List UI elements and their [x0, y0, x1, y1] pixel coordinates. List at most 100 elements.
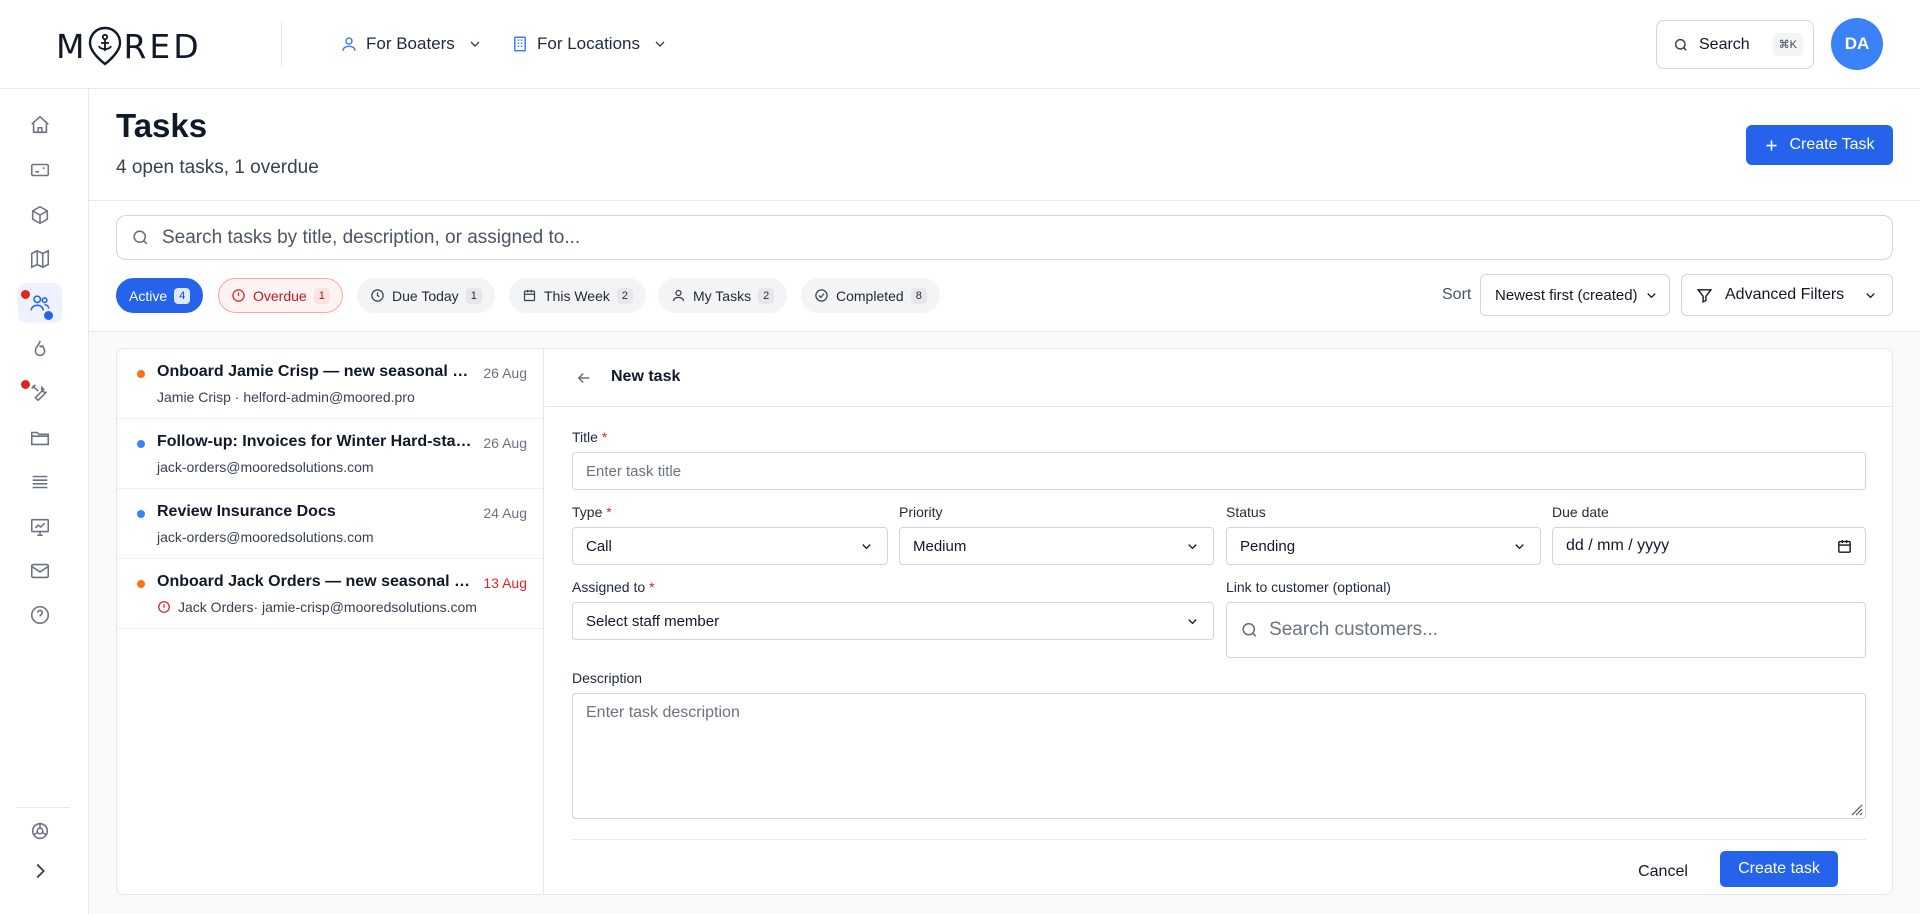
sidebar-item-settings[interactable] — [18, 811, 62, 851]
sidebar-item-fuel[interactable] — [18, 329, 62, 369]
filter-icon — [1696, 288, 1713, 303]
create-task-button[interactable]: Create Task — [1746, 125, 1893, 165]
task-title: Follow-up: Invoices for Winter Hard-stan… — [157, 433, 473, 450]
due-date-input[interactable]: dd / mm / yyyy — [1552, 527, 1866, 565]
ticket-icon — [30, 163, 50, 177]
resize-handle-icon[interactable] — [1849, 802, 1863, 816]
form-title: New task — [611, 368, 681, 385]
filter-chip-my-tasks[interactable]: My Tasks 2 — [658, 278, 788, 313]
tasks-panel: Onboard Jamie Crisp — new seasonal berth… — [116, 348, 1893, 895]
task-list-item[interactable]: Follow-up: Invoices for Winter Hard-stan… — [117, 419, 543, 489]
sidebar — [0, 89, 89, 914]
sidebar-item-messages[interactable] — [18, 551, 62, 591]
chevron-right-icon — [36, 863, 45, 879]
required-mark: * — [601, 429, 608, 445]
label-text: Assigned to — [572, 579, 646, 595]
description-placeholder: Enter task description — [586, 704, 740, 721]
sidebar-item-inventory[interactable] — [18, 195, 62, 235]
top-bar: M RED For Boaters For Locations Search ⌘… — [0, 0, 1920, 89]
plus-icon — [1766, 140, 1777, 150]
filter-chip-completed[interactable]: Completed 8 — [801, 278, 940, 313]
priority-dot — [137, 440, 145, 448]
nav-label: For Locations — [537, 34, 640, 53]
task-search-bar[interactable] — [116, 215, 1893, 260]
alert-circle-icon — [158, 601, 170, 613]
status-select[interactable]: Pending — [1226, 527, 1541, 565]
sidebar-item-maintenance[interactable] — [18, 373, 62, 413]
alert-circle-icon — [232, 289, 245, 302]
title-input[interactable] — [586, 462, 1865, 480]
customer-search-field[interactable] — [1226, 602, 1866, 658]
due-date-value: dd / mm / yyyy — [1566, 537, 1670, 554]
chevron-down-icon — [1515, 544, 1524, 550]
global-search-button[interactable]: Search ⌘K — [1656, 20, 1814, 69]
search-icon — [133, 230, 148, 245]
task-meta-text: Jamie Crisp · helford-admin@moored.pro — [157, 389, 415, 405]
list-icon — [32, 475, 48, 489]
task-meta: Jack Orders· jamie-crisp@mooredsolutions… — [157, 599, 477, 615]
task-list-item[interactable]: Onboard Jamie Crisp — new seasonal berth… — [117, 349, 543, 419]
arrow-left-icon[interactable] — [575, 369, 593, 387]
chip-count: 4 — [174, 287, 191, 304]
title-field[interactable] — [572, 452, 1866, 490]
chip-count: 2 — [616, 287, 633, 304]
chip-label: Due Today — [392, 287, 459, 304]
sidebar-item-tickets[interactable] — [18, 150, 62, 190]
settings-icon — [31, 822, 49, 840]
calendar-icon — [523, 289, 536, 302]
check-circle-icon — [815, 289, 828, 302]
sidebar-expand-button[interactable] — [18, 851, 62, 891]
task-title: Review Insurance Docs — [157, 503, 336, 520]
sidebar-item-home[interactable] — [18, 105, 62, 145]
customer-link-label: Link to customer (optional) — [1226, 579, 1391, 595]
fire-icon — [34, 340, 46, 357]
chevron-down-icon — [862, 544, 871, 550]
sidebar-item-help[interactable] — [18, 595, 62, 635]
sidebar-item-reports[interactable] — [18, 507, 62, 547]
status-dot — [44, 311, 53, 320]
status-label: Status — [1226, 504, 1266, 520]
type-select[interactable]: Call — [572, 527, 888, 565]
search-shortcut-badge: ⌘K — [1772, 33, 1803, 56]
description-textarea[interactable]: Enter task description — [572, 693, 1866, 819]
filter-chip-due-today[interactable]: Due Today 1 — [357, 278, 495, 313]
chip-count: 2 — [758, 287, 775, 304]
sidebar-item-customers[interactable] — [18, 283, 62, 323]
nav-for-boaters[interactable]: For Boaters — [340, 30, 483, 58]
assigned-to-label: Assigned to * — [572, 579, 655, 595]
filter-chip-this-week[interactable]: This Week 2 — [509, 278, 646, 313]
main-content: Tasks 4 open tasks, 1 overdue Create Tas… — [89, 89, 1920, 914]
sort-label: Sort — [1442, 286, 1472, 303]
task-date-overdue: 13 Aug — [483, 575, 527, 591]
assigned-to-select[interactable]: Select staff member — [572, 602, 1214, 640]
create-task-submit-button[interactable]: Create task — [1720, 851, 1838, 887]
chart-icon — [30, 518, 50, 537]
calendar-icon[interactable] — [1836, 538, 1853, 555]
status-value: Pending — [1240, 537, 1296, 555]
user-avatar[interactable]: DA — [1831, 18, 1883, 70]
task-search-input[interactable] — [162, 226, 1892, 249]
sidebar-item-documents[interactable] — [18, 418, 62, 458]
avatar-initials: DA — [1844, 34, 1870, 53]
priority-select[interactable]: Medium — [899, 527, 1214, 565]
filter-chip-overdue[interactable]: Overdue 1 — [218, 278, 343, 313]
nav-for-locations[interactable]: For Locations — [511, 30, 668, 58]
advanced-filters-button[interactable]: Advanced Filters — [1681, 274, 1893, 316]
sort-select[interactable]: Newest first (created) — [1480, 274, 1670, 316]
customer-search-input[interactable] — [1269, 619, 1865, 641]
due-date-label: Due date — [1552, 504, 1609, 520]
new-task-form: New task Title * Type * Call Priority Me… — [545, 349, 1892, 894]
help-icon — [30, 605, 50, 625]
header-divider — [89, 200, 1920, 201]
sidebar-item-map[interactable] — [18, 239, 62, 279]
moored-logo[interactable]: M RED — [56, 26, 202, 66]
chip-label: Active — [129, 287, 168, 304]
priority-dot — [137, 370, 145, 378]
task-meta: Jamie Crisp · helford-admin@moored.pro — [157, 389, 415, 405]
filter-chip-active[interactable]: Active 4 — [116, 278, 204, 313]
task-list-item[interactable]: Onboard Jack Orders — new seasonal berth… — [117, 559, 543, 629]
task-list-item[interactable]: Review Insurance Docs 24 Aug jack-orders… — [117, 489, 543, 559]
mail-icon — [30, 563, 50, 579]
sidebar-item-lists[interactable] — [18, 462, 62, 502]
cancel-button[interactable]: Cancel — [1623, 855, 1703, 889]
